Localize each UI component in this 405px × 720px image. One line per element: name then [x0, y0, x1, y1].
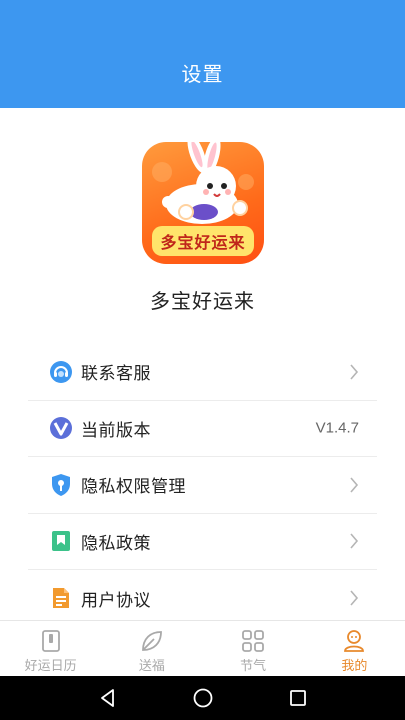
back-icon[interactable]: [88, 676, 128, 720]
tab-lucky-calendar[interactable]: 好运日历: [0, 621, 101, 676]
chevron-right-icon: [350, 477, 359, 493]
menu-item-privacy-permissions[interactable]: 隐私权限管理: [28, 457, 377, 514]
settings-screen: 设置 多宝好运来 多宝好运来 联系客服 当前版本 V1.4.7 隐私权限管理 隐…: [0, 0, 405, 720]
menu-item-user-agreement[interactable]: 用户协议: [28, 570, 377, 627]
menu-item-contact-support[interactable]: 联系客服: [28, 344, 377, 401]
menu-label: 当前版本: [81, 420, 151, 440]
tab-label: 节气: [240, 658, 267, 673]
version-icon: [49, 416, 73, 440]
home-icon[interactable]: [183, 676, 223, 720]
chevron-right-icon: [350, 364, 359, 380]
chevron-right-icon: [350, 590, 359, 606]
grid-icon: [242, 630, 265, 652]
menu-label: 用户协议: [81, 590, 151, 610]
recents-icon[interactable]: [278, 676, 318, 720]
document-icon: [49, 586, 73, 610]
menu-item-current-version[interactable]: 当前版本 V1.4.7: [28, 401, 377, 457]
settings-menu: 联系客服 当前版本 V1.4.7 隐私权限管理 隐私政策 用户协议: [28, 344, 377, 627]
bottom-tab-bar: 好运日历 送福 节气 我的: [0, 620, 405, 676]
menu-item-privacy-policy[interactable]: 隐私政策: [28, 514, 377, 570]
system-navigation-bar: [0, 676, 405, 720]
tab-send-blessing[interactable]: 送福: [101, 621, 202, 676]
chevron-right-icon: [350, 533, 359, 549]
leaf-icon: [141, 631, 162, 651]
version-value: V1.4.7: [315, 419, 359, 437]
rabbit-app-icon: 多宝好运来: [142, 142, 264, 264]
menu-label: 联系客服: [81, 364, 151, 384]
bookmark-icon: [49, 529, 73, 553]
menu-label: 隐私权限管理: [81, 477, 186, 497]
app-icon-label: 多宝好运来: [152, 226, 254, 256]
app-name: 多宝好运来: [150, 291, 255, 313]
privacy-shield-icon: [49, 473, 73, 497]
tab-label: 送福: [138, 658, 165, 673]
customer-service-icon: [49, 360, 73, 384]
tab-solar-terms[interactable]: 节气: [203, 621, 304, 676]
calendar-icon: [41, 630, 60, 652]
tab-label: 好运日历: [24, 658, 77, 673]
menu-label: 隐私政策: [81, 533, 151, 553]
tab-label: 我的: [341, 658, 368, 673]
header-bar: 设置: [0, 0, 405, 108]
page-title: 设置: [181, 64, 224, 86]
tab-mine[interactable]: 我的: [304, 621, 405, 676]
profile-icon: [344, 630, 365, 652]
